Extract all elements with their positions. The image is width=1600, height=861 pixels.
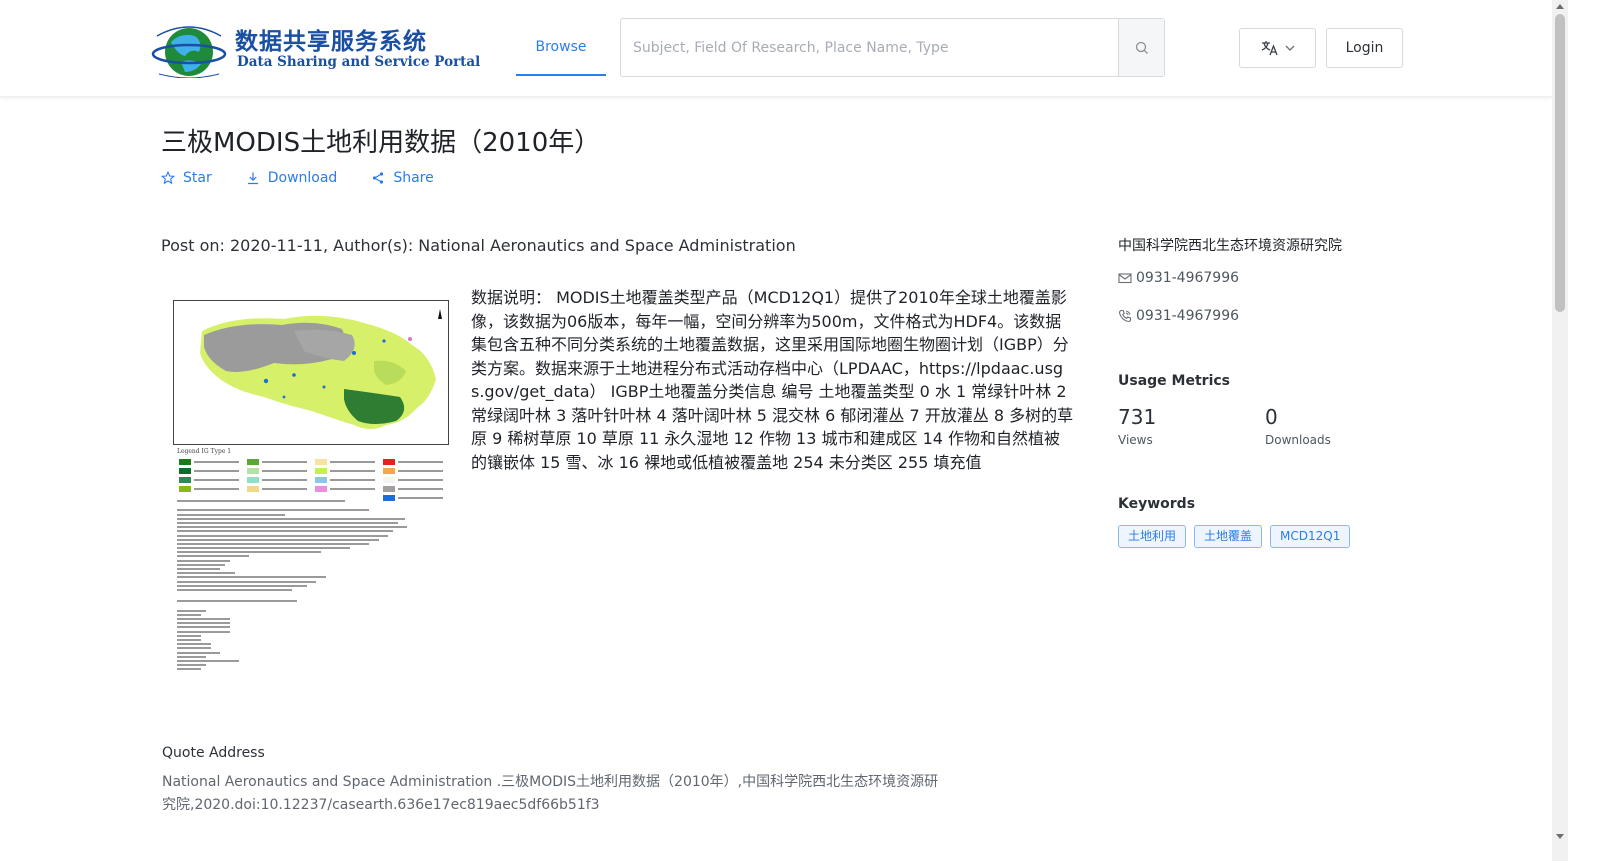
usage-metrics-title: Usage Metrics [1118,373,1230,389]
scroll-down-arrow[interactable] [1556,834,1564,839]
organization-name: 中国科学院西北生态环境资源研究院 [1118,238,1342,254]
page-title: 三极MODIS土地利用数据（2010年） [161,128,601,158]
legend-title: Legend IG Type 1 [177,448,232,455]
search-button[interactable] [1118,19,1164,76]
keyword-tag[interactable]: MCD12Q1 [1270,525,1351,548]
chevron-down-icon [1285,45,1294,51]
star-label: Star [183,170,212,186]
downloads-label: Downloads [1265,433,1331,447]
views-count: 731 [1118,405,1157,429]
contact-phone: 0931-4967996 [1118,308,1239,324]
search-icon [1135,41,1148,54]
keyword-list: 土地利用 土地覆盖 MCD12Q1 [1118,525,1351,548]
scroll-up-arrow[interactable] [1556,4,1564,9]
star-button[interactable]: Star [161,170,212,186]
download-label: Download [267,170,338,186]
globe-logo-icon [151,26,227,78]
search-bar [620,18,1165,77]
thumbnail-text-lines [177,500,417,673]
logo-title-cn: 数据共享服务系统 [235,29,427,55]
search-input[interactable] [621,19,1118,76]
translate-icon [1261,41,1278,56]
share-label: Share [393,170,434,186]
contact-email: 0931-4967996 [1118,270,1239,286]
dataset-description: 数据说明： MODIS土地覆盖类型产品（MCD12Q1）提供了2010年全球土地… [471,288,1074,472]
site-logo[interactable]: 数据共享服务系统 Data Sharing and Service Portal [151,18,480,80]
star-icon [161,171,175,185]
language-selector[interactable] [1239,28,1316,68]
mail-icon [1118,273,1132,284]
keywords-title: Keywords [1118,496,1196,512]
share-icon [373,172,384,184]
views-label: Views [1118,433,1153,447]
share-button[interactable]: Share [371,170,434,186]
logo-title-en: Data Sharing and Service Portal [237,54,481,70]
phone-icon [1118,309,1132,323]
quote-address-title: Quote Address [162,745,265,761]
tibet-plateau-map [200,309,442,429]
top-header: 数据共享服务系统 Data Sharing and Service Portal… [0,0,1552,97]
keyword-tag[interactable]: 土地覆盖 [1194,525,1263,548]
dataset-actions: Star Download Share [161,170,434,186]
login-button[interactable]: Login [1326,28,1403,68]
land-cover-map [173,300,449,445]
dataset-thumbnail[interactable]: Legend IG Type 1 [171,298,451,702]
legend-grid [179,458,447,503]
download-icon [247,172,258,185]
post-info: Post on: 2020-11-11, Author(s): National… [161,236,796,255]
nav-tab-browse[interactable]: Browse [516,20,606,76]
scroll-thumb[interactable] [1555,14,1565,312]
downloads-count: 0 [1265,405,1278,429]
quote-address-text: National Aeronautics and Space Administr… [162,774,939,813]
contact-email-value: 0931-4967996 [1136,270,1240,286]
contact-phone-value: 0931-4967996 [1136,308,1240,324]
page-scrollbar[interactable] [1552,0,1568,861]
keyword-tag[interactable]: 土地利用 [1118,525,1187,548]
download-button[interactable]: Download [246,170,338,186]
